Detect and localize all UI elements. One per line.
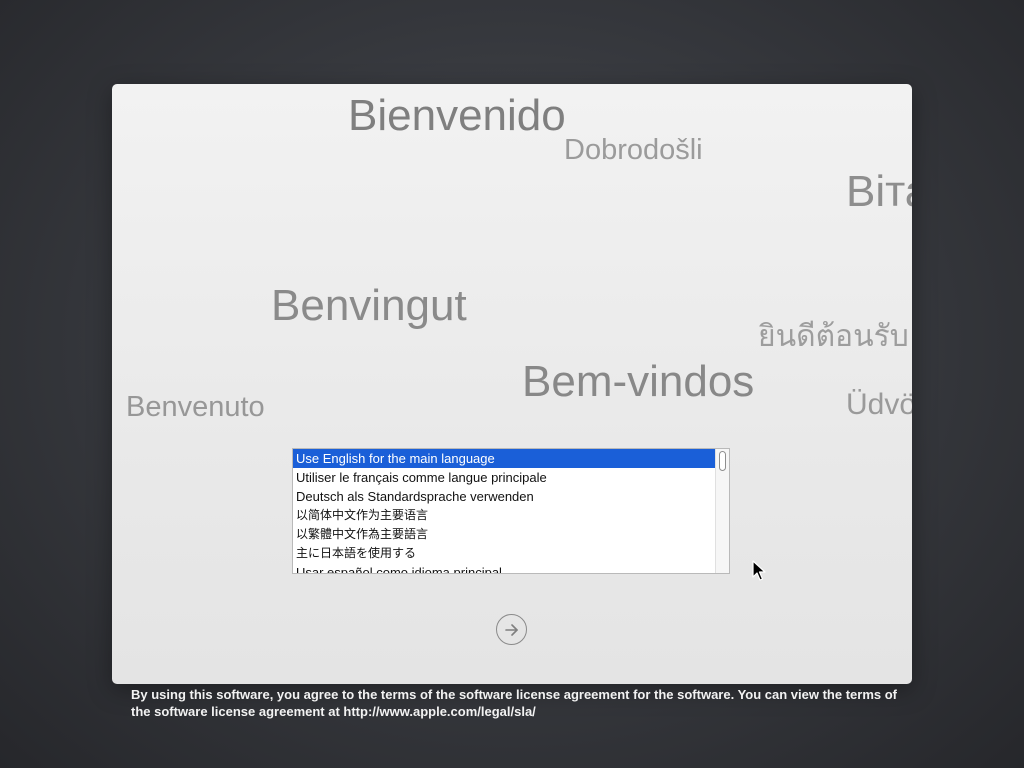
welcome-word-spanish: Bienvenido	[348, 91, 566, 140]
welcome-word-portuguese: Bem-vindos	[522, 357, 755, 406]
mouse-pointer-icon	[752, 560, 766, 581]
welcome-word-croatian: Dobrodošli	[564, 134, 703, 166]
welcome-word-italian: Benvenuto	[126, 391, 265, 423]
welcome-word-ukrainian: Вітаємо	[846, 167, 912, 216]
license-agreement-notice: By using this software, you agree to the…	[131, 687, 897, 719]
language-option-japanese[interactable]: 主に日本語を使用する	[293, 544, 715, 563]
language-list-scrollbar[interactable]	[715, 449, 729, 573]
language-option-german[interactable]: Deutsch als Standardsprache verwenden	[293, 487, 715, 506]
language-selection-panel: Bienvenido Dobrodošli Вітаємо Benvingut …	[112, 84, 912, 684]
welcome-word-catalan: Benvingut	[271, 281, 467, 330]
language-option-traditional-chinese[interactable]: 以繁體中文作為主要語言	[293, 525, 715, 544]
continue-button[interactable]	[496, 614, 527, 645]
language-list[interactable]: Use English for the main language Utilis…	[292, 448, 730, 574]
arrow-right-circle-icon	[504, 623, 518, 636]
welcome-word-hungarian: Üdvözöljük	[846, 388, 912, 421]
language-list-items: Use English for the main language Utilis…	[293, 449, 715, 573]
scrollbar-thumb[interactable]	[719, 451, 726, 471]
language-option-english[interactable]: Use English for the main language	[293, 449, 715, 468]
language-option-french[interactable]: Utiliser le français comme langue princi…	[293, 468, 715, 487]
welcome-word-thai: ยินดีต้อนรับ	[758, 319, 909, 354]
language-option-spanish[interactable]: Usar español como idioma principal	[293, 563, 715, 573]
language-option-simplified-chinese[interactable]: 以简体中文作为主要语言	[293, 506, 715, 525]
